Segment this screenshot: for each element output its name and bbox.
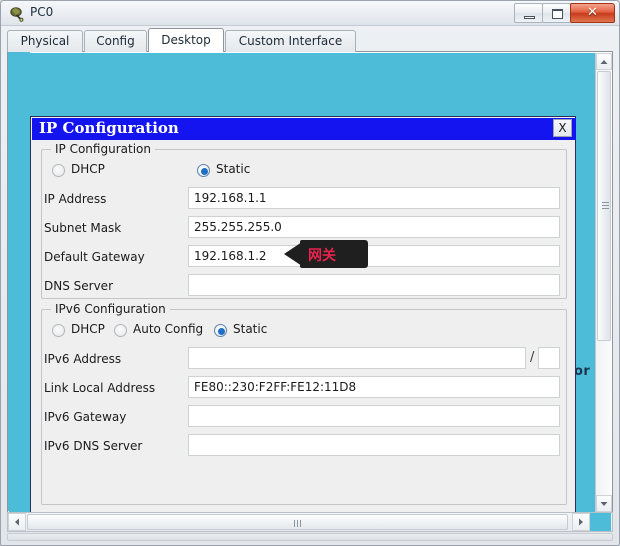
ipv6-auto-config-label: Auto Config <box>133 322 204 336</box>
window-bottom-bevel <box>7 533 613 541</box>
ipv6-static-label: Static <box>233 322 268 336</box>
chevron-right-icon <box>579 518 583 526</box>
scroll-up-button[interactable] <box>596 53 612 70</box>
dialog-close-button[interactable]: X <box>553 119 572 137</box>
ipv6-dns-server-input[interactable] <box>188 434 560 456</box>
callout-text: 网关 <box>308 248 336 264</box>
gateway-annotation-callout: 网关 <box>284 240 368 268</box>
chevron-down-icon <box>600 502 608 506</box>
tab-custom-interface[interactable]: Custom Interface <box>225 30 356 52</box>
ipv6-group-label: IPv6 Configuration <box>51 302 170 316</box>
vertical-scroll-thumb[interactable] <box>597 71 611 341</box>
device-icon <box>10 7 24 22</box>
ipv6-prefix-input[interactable] <box>538 347 560 369</box>
ipv6-gateway-label: IPv6 Gateway <box>44 410 127 424</box>
ip-configuration-dialog: IP Configuration X IP Configuration DHCP… <box>30 116 576 512</box>
scroll-grip-icon <box>602 202 609 210</box>
scroll-left-button[interactable] <box>8 513 26 531</box>
desktop-panel: or IP Configuration X IP Configuration D… <box>7 52 613 513</box>
tab-config[interactable]: Config <box>84 30 147 52</box>
ipv6-prefix-separator: / <box>530 350 535 365</box>
scroll-right-button[interactable] <box>572 513 590 531</box>
subnet-mask-label: Subnet Mask <box>44 221 122 235</box>
ipv6-gateway-input[interactable] <box>188 405 560 427</box>
maximize-icon <box>552 9 563 19</box>
window-title: PC0 <box>30 5 54 19</box>
tab-physical-label: Physical <box>20 34 70 48</box>
tab-desktop-label: Desktop <box>161 33 211 47</box>
chevron-up-icon <box>600 60 608 64</box>
ipv6-address-input[interactable] <box>188 347 526 369</box>
ipv4-static-label: Static <box>216 162 251 176</box>
tab-physical[interactable]: Physical <box>7 30 83 52</box>
horizontal-scroll-thumb[interactable] <box>27 514 568 530</box>
ipv6-static-radio[interactable] <box>214 324 227 337</box>
window-controls: ✕ <box>514 3 615 23</box>
pc0-window: PC0 ✕ Physical Config Desktop Custom Int… <box>0 0 620 546</box>
ipv4-group: IP Configuration DHCP Static IP Address … <box>41 142 567 299</box>
ip-address-input[interactable]: 192.168.1.1 <box>188 187 560 209</box>
ipv6-group: IPv6 Configuration DHCP Auto Config Stat… <box>41 302 567 505</box>
dns-server-label: DNS Server <box>44 279 113 293</box>
scroll-down-button[interactable] <box>596 495 612 512</box>
close-icon: ✕ <box>587 5 598 20</box>
dns-server-input[interactable] <box>188 274 560 296</box>
default-gateway-input[interactable]: 192.168.1.2 <box>188 245 560 267</box>
tab-config-label: Config <box>96 34 135 48</box>
ipv6-dhcp-radio[interactable] <box>52 324 65 337</box>
ipv6-dhcp-label: DHCP <box>71 322 105 336</box>
ipv6-address-label: IPv6 Address <box>44 352 122 366</box>
minimize-button[interactable] <box>514 3 543 23</box>
ip-address-label: IP Address <box>44 192 107 206</box>
minimize-icon <box>524 16 535 19</box>
window-titlebar: PC0 ✕ <box>1 1 619 26</box>
dialog-title: IP Configuration <box>39 119 179 137</box>
subnet-mask-input[interactable]: 255.255.255.0 <box>188 216 560 238</box>
link-local-address-input[interactable]: FE80::230:F2FF:FE12:11D8 <box>188 376 560 398</box>
tab-custom-interface-label: Custom Interface <box>238 34 343 48</box>
ipv6-auto-config-radio[interactable] <box>114 324 127 337</box>
tab-strip: Physical Config Desktop Custom Interface <box>7 28 613 52</box>
tab-desktop[interactable]: Desktop <box>148 28 224 52</box>
horizontal-scrollbar[interactable] <box>7 512 613 532</box>
ipv4-group-label: IP Configuration <box>51 142 155 156</box>
maximize-button[interactable] <box>542 3 571 23</box>
close-button[interactable]: ✕ <box>570 3 615 23</box>
background-label-partial: or <box>574 364 591 379</box>
vertical-scrollbar[interactable] <box>595 53 612 512</box>
link-local-address-label: Link Local Address <box>44 381 156 395</box>
ipv4-dhcp-radio[interactable] <box>52 164 65 177</box>
hscroll-grip-icon <box>293 520 302 527</box>
desktop-left-strip <box>8 52 30 511</box>
default-gateway-label: Default Gateway <box>44 250 145 264</box>
chevron-left-icon <box>15 518 19 526</box>
ipv4-dhcp-label: DHCP <box>71 162 105 176</box>
scrollbar-corner <box>590 513 611 531</box>
ipv4-static-radio[interactable] <box>197 164 210 177</box>
ipv6-dns-server-label: IPv6 DNS Server <box>44 439 143 453</box>
